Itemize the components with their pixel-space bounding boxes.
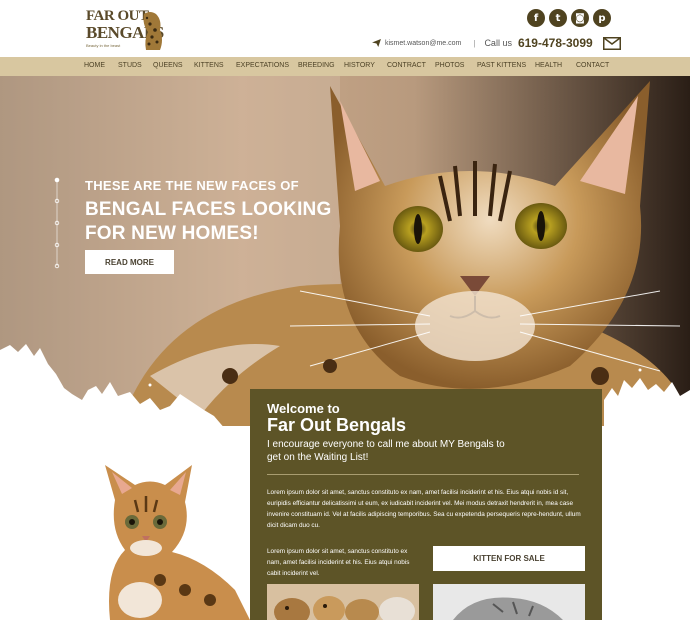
hero-heading: THESE ARE THE NEW FACES OF BENGAL FACES … (85, 178, 331, 246)
nav-item-photos[interactable]: PHOTOS (435, 62, 464, 69)
welcome-panel: Welcome to Far Out Bengals I encourage e… (250, 389, 602, 620)
nav-item-past-kittens[interactable]: PAST KITTENS (477, 62, 526, 69)
twitter-icon[interactable]: t (549, 9, 567, 27)
nav-item-contact[interactable]: CONTACT (576, 62, 609, 69)
hero-line1: THESE ARE THE NEW FACES OF (85, 178, 299, 193)
nav-item-kittens[interactable]: KITTENS (194, 62, 224, 69)
call-us-label: Call us (484, 38, 512, 48)
cat-thumbnail[interactable] (433, 584, 585, 620)
kittens-thumbnail[interactable] (267, 584, 419, 620)
welcome-paragraph-2: Lorem ipsum dolor sit amet, sanctus cons… (267, 548, 410, 577)
nav-item-queens[interactable]: QUEENS (153, 62, 183, 69)
logo[interactable]: FAR OUT BENGALS Beauty in the beast (86, 8, 168, 53)
welcome-line1: Welcome to (267, 401, 340, 416)
email-link[interactable]: kismet.watson@me.com (385, 40, 461, 47)
bengal-kitten-image (105, 465, 250, 620)
nav-item-contract[interactable]: CONTRACT (387, 62, 426, 69)
envelope-icon[interactable] (602, 36, 621, 50)
separator: | (473, 38, 476, 48)
kitten-for-sale-button[interactable]: KITTEN FOR SALE (433, 546, 585, 571)
site-header: FAR OUT BENGALS Beauty in the beast f t … (0, 0, 690, 57)
facebook-icon[interactable]: f (527, 9, 545, 27)
hero-line2: BENGAL FACES LOOKING (85, 199, 332, 220)
phone-number[interactable]: 619-478-3099 (518, 36, 593, 50)
nav-item-home[interactable]: HOME (84, 62, 105, 69)
nav-item-health[interactable]: HEALTH (535, 62, 562, 69)
divider (267, 474, 579, 475)
nav-item-history[interactable]: HISTORY (344, 62, 375, 69)
send-icon (372, 39, 381, 47)
leopard-cat-logo-icon (143, 12, 162, 50)
nav-item-breeding[interactable]: BREEDING (298, 62, 335, 69)
logo-tagline: Beauty in the beast (86, 43, 121, 48)
social-links: f t ◙ p (527, 9, 611, 27)
hero-line3: FOR NEW HOMES! (85, 223, 259, 244)
welcome-subtitle: I encourage everyone to call me about MY… (267, 439, 505, 463)
read-more-button[interactable]: READ MORE (85, 250, 174, 274)
welcome-title: Far Out Bengals (267, 415, 407, 435)
nav-item-studs[interactable]: STUDS (118, 62, 142, 69)
pinterest-icon[interactable]: p (593, 9, 611, 27)
main-nav: HOME STUDS QUEENS KITTENS EXPECTATIONS B… (0, 57, 690, 76)
nav-item-expectations[interactable]: EXPECTATIONS (236, 62, 289, 69)
contact-line: kismet.watson@me.com | Call us 619-478-3… (372, 36, 621, 50)
welcome-paragraph-1: Lorem ipsum dolor sit amet, sanctus cons… (267, 489, 581, 529)
slider-dots[interactable] (54, 177, 60, 269)
instagram-icon[interactable]: ◙ (571, 9, 589, 27)
